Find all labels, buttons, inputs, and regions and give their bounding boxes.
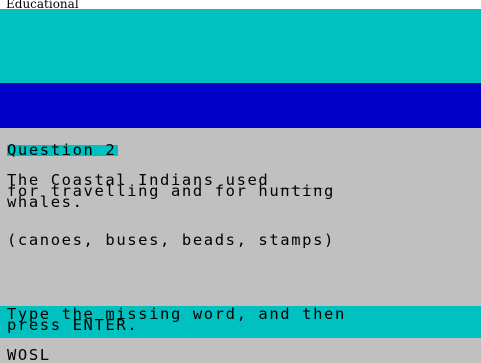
window-caption: Educational (6, 0, 79, 9)
question-title: Question 2 (7, 141, 119, 159)
prompt-line-2: press ENTER. (7, 316, 139, 334)
header-cyan-band (0, 9, 481, 83)
question-line-3: whales. (7, 193, 84, 211)
header-blue-band (0, 83, 481, 128)
answer-options: (canoes, buses, beads, stamps) (7, 231, 335, 249)
game-screen: Question 2 The Coastal Indians used ____… (0, 9, 481, 363)
prompt-text: Type the missing word, and then press EN… (7, 306, 346, 334)
question-text: The Coastal Indians used ____ for travel… (7, 172, 335, 211)
answer-input[interactable]: WOSL (7, 347, 51, 363)
